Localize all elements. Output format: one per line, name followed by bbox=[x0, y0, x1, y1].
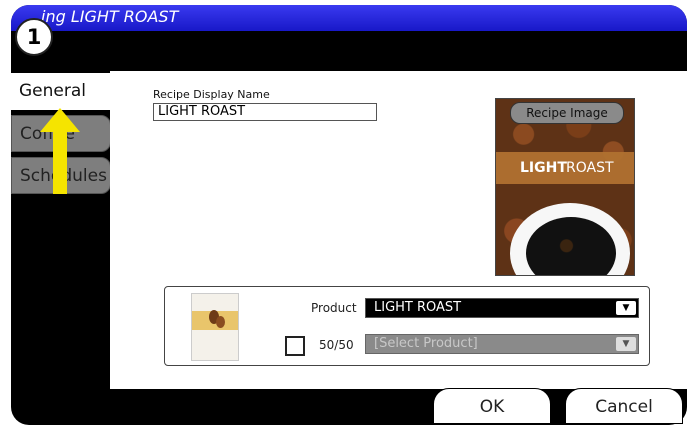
device-screen: ing LIGHT ROAST General Coffee Schedules… bbox=[11, 5, 687, 425]
step-number-badge: 1 bbox=[15, 18, 53, 56]
product-group: Product LIGHT ROAST ▼ 50/50 [Select Prod… bbox=[164, 286, 650, 366]
recipe-name-input[interactable]: LIGHT ROAST bbox=[153, 103, 377, 121]
general-panel: Recipe Display Name LIGHT ROAST LIGHT RO… bbox=[110, 71, 687, 389]
tab-general-label: General bbox=[19, 81, 86, 101]
product-select-value: LIGHT ROAST bbox=[374, 300, 462, 315]
product-thumbnail bbox=[191, 293, 239, 361]
chevron-down-icon[interactable]: ▼ bbox=[616, 337, 636, 351]
ok-button[interactable]: OK bbox=[433, 388, 551, 424]
cancel-button[interactable]: Cancel bbox=[565, 388, 683, 424]
product-select[interactable]: LIGHT ROAST ▼ bbox=[365, 298, 639, 318]
image-caption-bold: LIGHT bbox=[520, 160, 567, 176]
image-caption-band: LIGHT ROAST bbox=[496, 152, 634, 184]
recipe-image-button[interactable]: Recipe Image bbox=[510, 102, 624, 124]
thumbnail-bean bbox=[216, 316, 225, 328]
tab-general[interactable]: General bbox=[11, 73, 121, 110]
half-half-label: 50/50 bbox=[319, 338, 354, 352]
title-bar: ing LIGHT ROAST bbox=[11, 5, 687, 32]
window-title: ing LIGHT ROAST bbox=[41, 7, 179, 26]
recipe-image: LIGHT ROAST Recipe Image bbox=[495, 98, 635, 276]
chevron-down-icon[interactable]: ▼ bbox=[616, 301, 636, 315]
half-half-checkbox[interactable] bbox=[285, 336, 305, 356]
second-product-select[interactable]: [Select Product] ▼ bbox=[365, 334, 639, 354]
image-caption-rest: ROAST bbox=[566, 160, 614, 176]
product-label: Product bbox=[311, 301, 357, 315]
recipe-name-label: Recipe Display Name bbox=[153, 88, 270, 101]
second-product-placeholder: [Select Product] bbox=[374, 336, 478, 351]
arrow-shape bbox=[40, 108, 80, 194]
up-arrow-icon bbox=[40, 108, 80, 194]
